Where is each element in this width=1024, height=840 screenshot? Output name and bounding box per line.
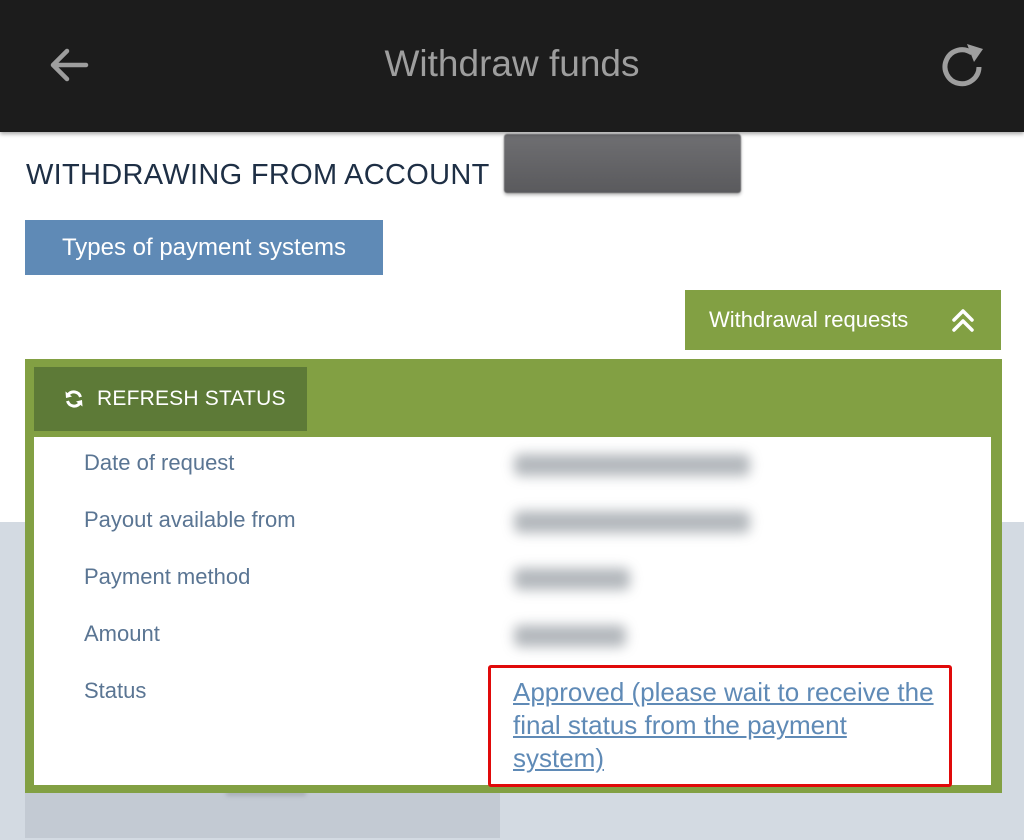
app-bar: Withdraw funds [0, 0, 1024, 132]
refresh-status-button[interactable]: REFRESH STATUS [34, 367, 307, 431]
payout-available-label: Payout available from [84, 507, 296, 532]
sync-icon [64, 389, 84, 409]
redacted-amount [514, 625, 626, 647]
redacted-account-number [504, 134, 741, 193]
withdrawal-requests-label: Withdrawal requests [709, 307, 909, 332]
status-link[interactable]: Approved (please wait to receive the fin… [513, 676, 943, 775]
account-heading: WITHDRAWING FROM ACCOUNT [26, 159, 490, 191]
date-of-request-label: Date of request [84, 450, 235, 475]
request-details: Date of request Payout available from Pa… [34, 437, 991, 787]
amount-label: Amount [84, 621, 160, 646]
withdrawal-request-panel: REFRESH STATUS Date of request Payout av… [25, 359, 1002, 793]
redacted-payout-date [514, 511, 750, 533]
redacted-date-of-request [514, 454, 750, 476]
status-label: Status [84, 678, 147, 703]
obscured-button [25, 790, 500, 838]
refresh-icon[interactable] [934, 38, 990, 94]
withdrawal-requests-toggle[interactable]: Withdrawal requests [685, 290, 1001, 350]
refresh-status-label: REFRESH STATUS [97, 387, 286, 410]
chevron-double-up-icon [949, 306, 977, 334]
redacted-payment-method [514, 568, 630, 590]
page-title: Withdraw funds [384, 43, 640, 84]
payment-method-label: Payment method [84, 564, 251, 589]
withdraw-funds-screen: Withdraw funds WITHDRAWING FROM ACCOUNT … [0, 0, 1024, 840]
payment-systems-button[interactable]: Types of payment systems [25, 220, 383, 275]
